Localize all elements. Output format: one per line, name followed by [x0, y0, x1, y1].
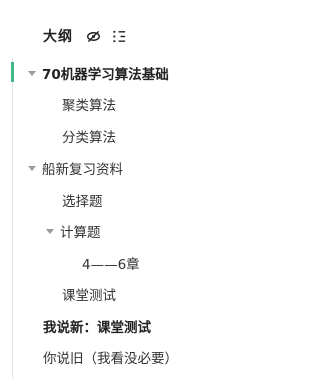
outline-guide-line — [12, 58, 13, 379]
outline-title: 大纲 — [43, 29, 73, 45]
caret-down-icon[interactable] — [46, 228, 54, 234]
outline-item-class-quiz[interactable]: 课堂测试 — [62, 284, 116, 304]
outline-header: 大纲 — [43, 26, 127, 46]
outline-item-clustering[interactable]: 聚类算法 — [62, 94, 116, 114]
outline-item-label: 课堂测试 — [62, 288, 116, 304]
list-icon[interactable] — [111, 28, 127, 44]
outline-item-chapters[interactable]: 4——6章 — [82, 253, 140, 273]
outline-item-ml-basics[interactable]: 70机器学习算法基础 — [28, 63, 169, 83]
eye-off-icon[interactable] — [85, 28, 101, 44]
outline-item-classification[interactable]: 分类算法 — [62, 126, 116, 146]
outline-panel: 大纲 70机器学习算法基础 聚类算法 分类算法 船新复习资料 选择题 计算题 4… — [0, 0, 238, 379]
outline-item-multiple-choice[interactable]: 选择题 — [62, 190, 103, 210]
outline-item-label: 分类算法 — [62, 130, 116, 146]
outline-item-label: 聚类算法 — [62, 98, 116, 114]
outline-item-review-materials[interactable]: 船新复习资料 — [28, 158, 123, 178]
caret-down-icon[interactable] — [28, 70, 36, 76]
outline-item-label: 选择题 — [62, 194, 103, 210]
outline-item-label: 70机器学习算法基础 — [42, 67, 169, 83]
outline-item-label: 我说新：课堂测试 — [43, 320, 151, 336]
active-item-marker — [11, 62, 14, 82]
outline-item-new-class-quiz[interactable]: 我说新：课堂测试 — [43, 316, 151, 336]
outline-item-label: 计算题 — [60, 225, 101, 241]
caret-down-icon[interactable] — [28, 165, 36, 171]
outline-item-label: 4——6章 — [82, 257, 140, 273]
outline-item-label: 船新复习资料 — [42, 162, 123, 178]
outline-item-calculation[interactable]: 计算题 — [46, 221, 101, 241]
outline-item-label: 你说旧（我看没必要） — [43, 351, 178, 367]
outline-item-old[interactable]: 你说旧（我看没必要） — [43, 347, 178, 367]
